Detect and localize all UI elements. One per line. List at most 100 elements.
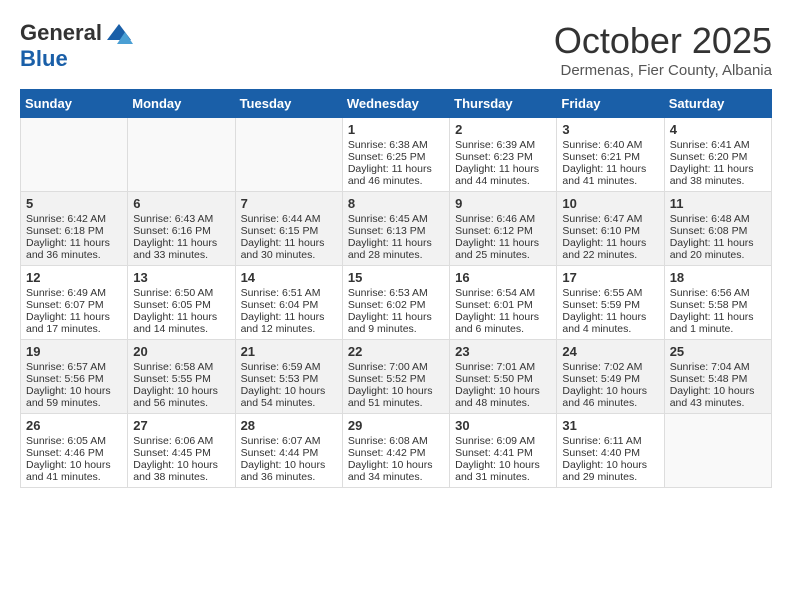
calendar-week-row: 5 Sunrise: 6:42 AMSunset: 6:18 PMDaylight… bbox=[21, 192, 772, 266]
calendar-day-28: 28 Sunrise: 6:07 AMSunset: 4:44 PMDayligh… bbox=[235, 414, 342, 488]
day-info: Sunrise: 6:09 AMSunset: 4:41 PMDaylight:… bbox=[455, 435, 540, 483]
day-number: 28 bbox=[241, 418, 337, 433]
calendar-day-22: 22 Sunrise: 7:00 AMSunset: 5:52 PMDayligh… bbox=[342, 340, 449, 414]
calendar-week-row: 1 Sunrise: 6:38 AMSunset: 6:25 PMDaylight… bbox=[21, 118, 772, 192]
day-number: 27 bbox=[133, 418, 229, 433]
day-info: Sunrise: 6:54 AMSunset: 6:01 PMDaylight:… bbox=[455, 287, 539, 335]
logo-general-text: General bbox=[20, 20, 102, 46]
day-info: Sunrise: 6:06 AMSunset: 4:45 PMDaylight:… bbox=[133, 435, 218, 483]
day-number: 5 bbox=[26, 196, 122, 211]
day-number: 20 bbox=[133, 344, 229, 359]
day-info: Sunrise: 6:42 AMSunset: 6:18 PMDaylight:… bbox=[26, 213, 110, 261]
day-info: Sunrise: 7:04 AMSunset: 5:48 PMDaylight:… bbox=[670, 361, 755, 409]
day-number: 23 bbox=[455, 344, 551, 359]
col-header-sunday: Sunday bbox=[21, 90, 128, 118]
day-number: 2 bbox=[455, 122, 551, 137]
day-info: Sunrise: 6:44 AMSunset: 6:15 PMDaylight:… bbox=[241, 213, 325, 261]
day-number: 10 bbox=[562, 196, 658, 211]
day-info: Sunrise: 6:39 AMSunset: 6:23 PMDaylight:… bbox=[455, 139, 539, 187]
calendar-day-9: 9Sunrise: 6:46 AMSunset: 6:12 PMDaylight… bbox=[450, 192, 557, 266]
day-number: 22 bbox=[348, 344, 444, 359]
day-info: Sunrise: 6:43 AMSunset: 6:16 PMDaylight:… bbox=[133, 213, 217, 261]
day-number: 19 bbox=[26, 344, 122, 359]
calendar-day-18: 18 Sunrise: 6:56 AMSunset: 5:58 PMDayligh… bbox=[664, 266, 771, 340]
day-number: 12 bbox=[26, 270, 122, 285]
day-number: 13 bbox=[133, 270, 229, 285]
calendar-day-24: 24Sunrise: 7:02 AMSunset: 5:49 PMDayligh… bbox=[557, 340, 664, 414]
day-info: Sunrise: 6:58 AMSunset: 5:55 PMDaylight:… bbox=[133, 361, 218, 409]
calendar-day-30: 30 Sunrise: 6:09 AMSunset: 4:41 PMDayligh… bbox=[450, 414, 557, 488]
calendar-day-23: 23 Sunrise: 7:01 AMSunset: 5:50 PMDayligh… bbox=[450, 340, 557, 414]
day-info: Sunrise: 6:07 AMSunset: 4:44 PMDaylight:… bbox=[241, 435, 326, 483]
calendar-day-26: 26Sunrise: 6:05 AMSunset: 4:46 PMDayligh… bbox=[21, 414, 128, 488]
day-number: 30 bbox=[455, 418, 551, 433]
day-info: Sunrise: 7:00 AMSunset: 5:52 PMDaylight:… bbox=[348, 361, 433, 409]
day-number: 18 bbox=[670, 270, 766, 285]
calendar-day-empty bbox=[664, 414, 771, 488]
calendar-day-19: 19Sunrise: 6:57 AMSunset: 5:56 PMDayligh… bbox=[21, 340, 128, 414]
calendar-day-21: 21Sunrise: 6:59 AMSunset: 5:53 PMDayligh… bbox=[235, 340, 342, 414]
day-number: 29 bbox=[348, 418, 444, 433]
calendar-day-8: 8 Sunrise: 6:45 AMSunset: 6:13 PMDaylight… bbox=[342, 192, 449, 266]
day-number: 15 bbox=[348, 270, 444, 285]
calendar-day-29: 29 Sunrise: 6:08 AMSunset: 4:42 PMDayligh… bbox=[342, 414, 449, 488]
day-number: 14 bbox=[241, 270, 337, 285]
calendar-week-row: 26Sunrise: 6:05 AMSunset: 4:46 PMDayligh… bbox=[21, 414, 772, 488]
calendar-day-7: 7 Sunrise: 6:44 AMSunset: 6:15 PMDaylight… bbox=[235, 192, 342, 266]
calendar-day-empty bbox=[128, 118, 235, 192]
calendar-day-25: 25 Sunrise: 7:04 AMSunset: 5:48 PMDayligh… bbox=[664, 340, 771, 414]
calendar-day-empty bbox=[235, 118, 342, 192]
day-info: Sunrise: 6:05 AMSunset: 4:46 PMDaylight:… bbox=[26, 435, 111, 483]
day-number: 11 bbox=[670, 196, 766, 211]
day-info: Sunrise: 6:48 AMSunset: 6:08 PMDaylight:… bbox=[670, 213, 754, 261]
calendar-day-1: 1 Sunrise: 6:38 AMSunset: 6:25 PMDaylight… bbox=[342, 118, 449, 192]
day-info: Sunrise: 6:08 AMSunset: 4:42 PMDaylight:… bbox=[348, 435, 433, 483]
day-number: 7 bbox=[241, 196, 337, 211]
calendar-day-2: 2 Sunrise: 6:39 AMSunset: 6:23 PMDaylight… bbox=[450, 118, 557, 192]
col-header-saturday: Saturday bbox=[664, 90, 771, 118]
day-number: 9 bbox=[455, 196, 551, 211]
col-header-thursday: Thursday bbox=[450, 90, 557, 118]
day-number: 24 bbox=[562, 344, 658, 359]
day-info: Sunrise: 7:01 AMSunset: 5:50 PMDaylight:… bbox=[455, 361, 540, 409]
calendar-week-row: 19Sunrise: 6:57 AMSunset: 5:56 PMDayligh… bbox=[21, 340, 772, 414]
col-header-monday: Monday bbox=[128, 90, 235, 118]
month-title: October 2025 bbox=[554, 20, 772, 62]
day-info: Sunrise: 6:38 AMSunset: 6:25 PMDaylight:… bbox=[348, 139, 432, 187]
calendar-table: SundayMondayTuesdayWednesdayThursdayFrid… bbox=[20, 89, 772, 488]
calendar-day-14: 14Sunrise: 6:51 AMSunset: 6:04 PMDayligh… bbox=[235, 266, 342, 340]
title-block: October 2025 Dermenas, Fier County, Alba… bbox=[554, 20, 772, 79]
calendar-day-5: 5 Sunrise: 6:42 AMSunset: 6:18 PMDaylight… bbox=[21, 192, 128, 266]
calendar-day-13: 13Sunrise: 6:50 AMSunset: 6:05 PMDayligh… bbox=[128, 266, 235, 340]
day-info: Sunrise: 6:59 AMSunset: 5:53 PMDaylight:… bbox=[241, 361, 326, 409]
col-header-friday: Friday bbox=[557, 90, 664, 118]
day-number: 25 bbox=[670, 344, 766, 359]
logo-icon bbox=[105, 22, 133, 44]
day-number: 16 bbox=[455, 270, 551, 285]
day-info: Sunrise: 6:55 AMSunset: 5:59 PMDaylight:… bbox=[562, 287, 646, 335]
calendar-day-empty bbox=[21, 118, 128, 192]
calendar-day-12: 12Sunrise: 6:49 AMSunset: 6:07 PMDayligh… bbox=[21, 266, 128, 340]
calendar-day-31: 31Sunrise: 6:11 AMSunset: 4:40 PMDayligh… bbox=[557, 414, 664, 488]
logo-blue-text: Blue bbox=[20, 46, 68, 72]
day-info: Sunrise: 6:56 AMSunset: 5:58 PMDaylight:… bbox=[670, 287, 754, 335]
day-info: Sunrise: 6:45 AMSunset: 6:13 PMDaylight:… bbox=[348, 213, 432, 261]
calendar-day-10: 10Sunrise: 6:47 AMSunset: 6:10 PMDayligh… bbox=[557, 192, 664, 266]
col-header-wednesday: Wednesday bbox=[342, 90, 449, 118]
calendar-day-3: 3 Sunrise: 6:40 AMSunset: 6:21 PMDaylight… bbox=[557, 118, 664, 192]
day-number: 6 bbox=[133, 196, 229, 211]
calendar-day-27: 27 Sunrise: 6:06 AMSunset: 4:45 PMDayligh… bbox=[128, 414, 235, 488]
calendar-day-17: 17Sunrise: 6:55 AMSunset: 5:59 PMDayligh… bbox=[557, 266, 664, 340]
location-subtitle: Dermenas, Fier County, Albania bbox=[554, 62, 772, 79]
day-number: 3 bbox=[562, 122, 658, 137]
day-number: 4 bbox=[670, 122, 766, 137]
day-number: 31 bbox=[562, 418, 658, 433]
day-info: Sunrise: 6:41 AMSunset: 6:20 PMDaylight:… bbox=[670, 139, 754, 187]
calendar-day-4: 4 Sunrise: 6:41 AMSunset: 6:20 PMDaylight… bbox=[664, 118, 771, 192]
logo: General Blue bbox=[20, 20, 133, 72]
day-number: 1 bbox=[348, 122, 444, 137]
day-info: Sunrise: 6:40 AMSunset: 6:21 PMDaylight:… bbox=[562, 139, 646, 187]
calendar-day-15: 15 Sunrise: 6:53 AMSunset: 6:02 PMDayligh… bbox=[342, 266, 449, 340]
day-number: 8 bbox=[348, 196, 444, 211]
day-info: Sunrise: 6:53 AMSunset: 6:02 PMDaylight:… bbox=[348, 287, 432, 335]
